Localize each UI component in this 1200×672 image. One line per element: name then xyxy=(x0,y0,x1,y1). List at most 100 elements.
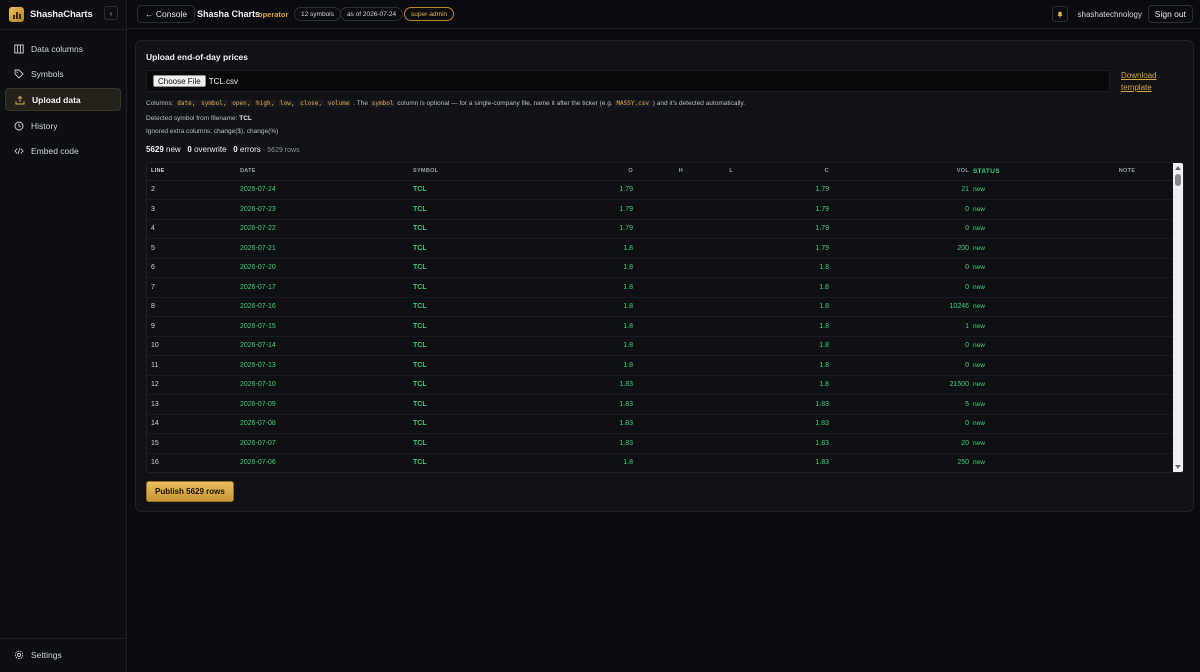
column-header-volume: VOL xyxy=(829,163,969,181)
note-cell xyxy=(1079,258,1175,278)
symbol-cell: TCL xyxy=(413,336,543,356)
date-cell: 2026-07-24 xyxy=(240,180,413,200)
columns-prefix: Columns: xyxy=(146,100,174,107)
volume-cell: 5 xyxy=(829,394,969,415)
preview-table[interactable]: LINE DATE SYMBOL O H L C VOL STATUS NOTE… xyxy=(146,162,1184,473)
date-cell: 2026-07-10 xyxy=(240,375,413,395)
note-cell xyxy=(1079,180,1175,200)
note-cell xyxy=(1079,355,1175,376)
scroll-down-arrow-icon[interactable] xyxy=(1175,465,1181,469)
open-cell: 1.8 xyxy=(543,277,633,298)
upload-icon xyxy=(15,95,25,105)
choose-file-button[interactable]: Choose File xyxy=(153,75,206,87)
column-header-high: H xyxy=(633,163,683,181)
close-cell: 1.8 xyxy=(733,375,829,395)
card-title: Upload end-of-day prices xyxy=(146,52,249,62)
upload-card: Upload end-of-day prices Choose File TCL… xyxy=(135,40,1194,512)
table-row: 5 2026-07-21 TCL 1.8 1.79 200 new xyxy=(147,238,1175,259)
close-cell: 1.8 xyxy=(733,336,829,356)
collapse-sidebar-button[interactable]: ‹ xyxy=(104,6,118,20)
low-cell xyxy=(683,316,733,337)
column-code: low, xyxy=(278,100,297,107)
date-cell: 2026-07-16 xyxy=(240,297,413,317)
high-cell xyxy=(633,433,683,454)
date-cell: 2026-07-14 xyxy=(240,336,413,356)
volume-cell: 20 xyxy=(829,433,969,454)
open-cell: 1.83 xyxy=(543,394,633,415)
symbol-code: symbol xyxy=(369,100,396,107)
close-cell: 1.79 xyxy=(733,180,829,200)
close-cell: 1.83 xyxy=(733,394,829,415)
column-code: open, xyxy=(230,100,253,107)
scrollbar-thumb[interactable] xyxy=(1175,174,1181,186)
table-row: 4 2026-07-22 TCL 1.79 1.79 0 new xyxy=(147,219,1175,239)
sidebar-item-data-columns[interactable]: Data columns xyxy=(5,37,121,60)
table-row: 3 2026-07-23 TCL 1.79 1.79 0 new xyxy=(147,199,1175,220)
status-cell: new xyxy=(969,355,1079,376)
low-cell xyxy=(683,199,733,220)
table-row: 8 2026-07-16 TCL 1.8 1.8 10246 new xyxy=(147,297,1175,317)
download-template-link[interactable]: Download template xyxy=(1121,70,1157,94)
column-header-symbol: SYMBOL xyxy=(413,163,543,181)
date-cell: 2026-07-22 xyxy=(240,219,413,239)
note-cell xyxy=(1079,219,1175,239)
sidebar-item-label: Symbols xyxy=(31,68,64,79)
high-cell xyxy=(633,375,683,395)
publish-button[interactable]: Publish 5629 rows xyxy=(146,481,234,502)
sidebar-item-label: Embed code xyxy=(31,145,79,156)
table-header-row: LINE DATE SYMBOL O H L C VOL STATUS NOTE xyxy=(147,163,1175,181)
symbol-cell: TCL xyxy=(413,238,543,259)
column-code: high, xyxy=(254,100,277,107)
console-button[interactable]: ← Console xyxy=(137,5,196,23)
date-cell: 2026-07-20 xyxy=(240,258,413,278)
volume-cell: 0 xyxy=(829,258,969,278)
brand[interactable]: ShashaCharts xyxy=(9,6,93,22)
status-cell: new xyxy=(969,297,1079,317)
symbol-cell: TCL xyxy=(413,277,543,298)
sidebar-item-embed-code[interactable]: Embed code xyxy=(5,139,121,162)
close-cell: 1.8 xyxy=(733,355,829,376)
notifications-button[interactable] xyxy=(1052,6,1068,22)
status-cell: new xyxy=(969,375,1079,395)
status-cell: new xyxy=(969,394,1079,415)
sidebar-item-symbols[interactable]: Symbols xyxy=(5,62,121,85)
sign-out-button[interactable]: Sign out xyxy=(1147,5,1193,23)
upload-stats: 5629 new 0 overwrite 0 errors · 5629 row… xyxy=(146,145,300,154)
status-cell: new xyxy=(969,180,1079,200)
close-cell: 1.8 xyxy=(733,297,829,317)
columns-help-text: Columns: date, symbol, open, high, low, … xyxy=(146,100,745,107)
line-cell: 10 xyxy=(147,336,240,356)
symbol-cell: TCL xyxy=(413,414,543,434)
clock-icon xyxy=(14,121,24,131)
new-label: new xyxy=(166,145,181,154)
open-cell: 1.79 xyxy=(543,199,633,220)
low-cell xyxy=(683,336,733,356)
high-cell xyxy=(633,394,683,415)
sidebar-item-upload-data[interactable]: Upload data xyxy=(5,88,121,111)
sidebar-item-history[interactable]: History xyxy=(5,114,121,137)
scroll-up-arrow-icon[interactable] xyxy=(1175,166,1181,170)
high-cell xyxy=(633,180,683,200)
detected-symbol-text: Detected symbol from filename: TCL xyxy=(146,115,252,122)
note-cell xyxy=(1079,414,1175,434)
close-cell: 1.8 xyxy=(733,316,829,337)
high-cell xyxy=(633,355,683,376)
date-cell: 2026-07-09 xyxy=(240,394,413,415)
column-header-open: O xyxy=(543,163,633,181)
sidebar-item-settings[interactable]: Settings xyxy=(14,650,62,660)
rows-count: · 5629 rows xyxy=(263,147,300,154)
date-cell: 2026-07-13 xyxy=(240,355,413,376)
table-row: 11 2026-07-13 TCL 1.8 1.8 0 new xyxy=(147,355,1175,376)
close-cell: 1.83 xyxy=(733,433,829,454)
open-cell: 1.8 xyxy=(543,238,633,259)
file-input[interactable]: Choose File TCL.csv xyxy=(146,70,1110,92)
gear-icon xyxy=(14,650,24,660)
as-of-date-badge: as of 2026-07-24 xyxy=(340,7,404,21)
high-cell xyxy=(633,277,683,298)
low-cell xyxy=(683,277,733,298)
line-cell: 6 xyxy=(147,258,240,278)
topbar: ← Console Shasha Charts operator 12 symb… xyxy=(127,0,1200,29)
table-scrollbar[interactable] xyxy=(1173,163,1183,472)
status-cell: new xyxy=(969,433,1079,454)
sidebar-item-label: Settings xyxy=(31,650,62,660)
